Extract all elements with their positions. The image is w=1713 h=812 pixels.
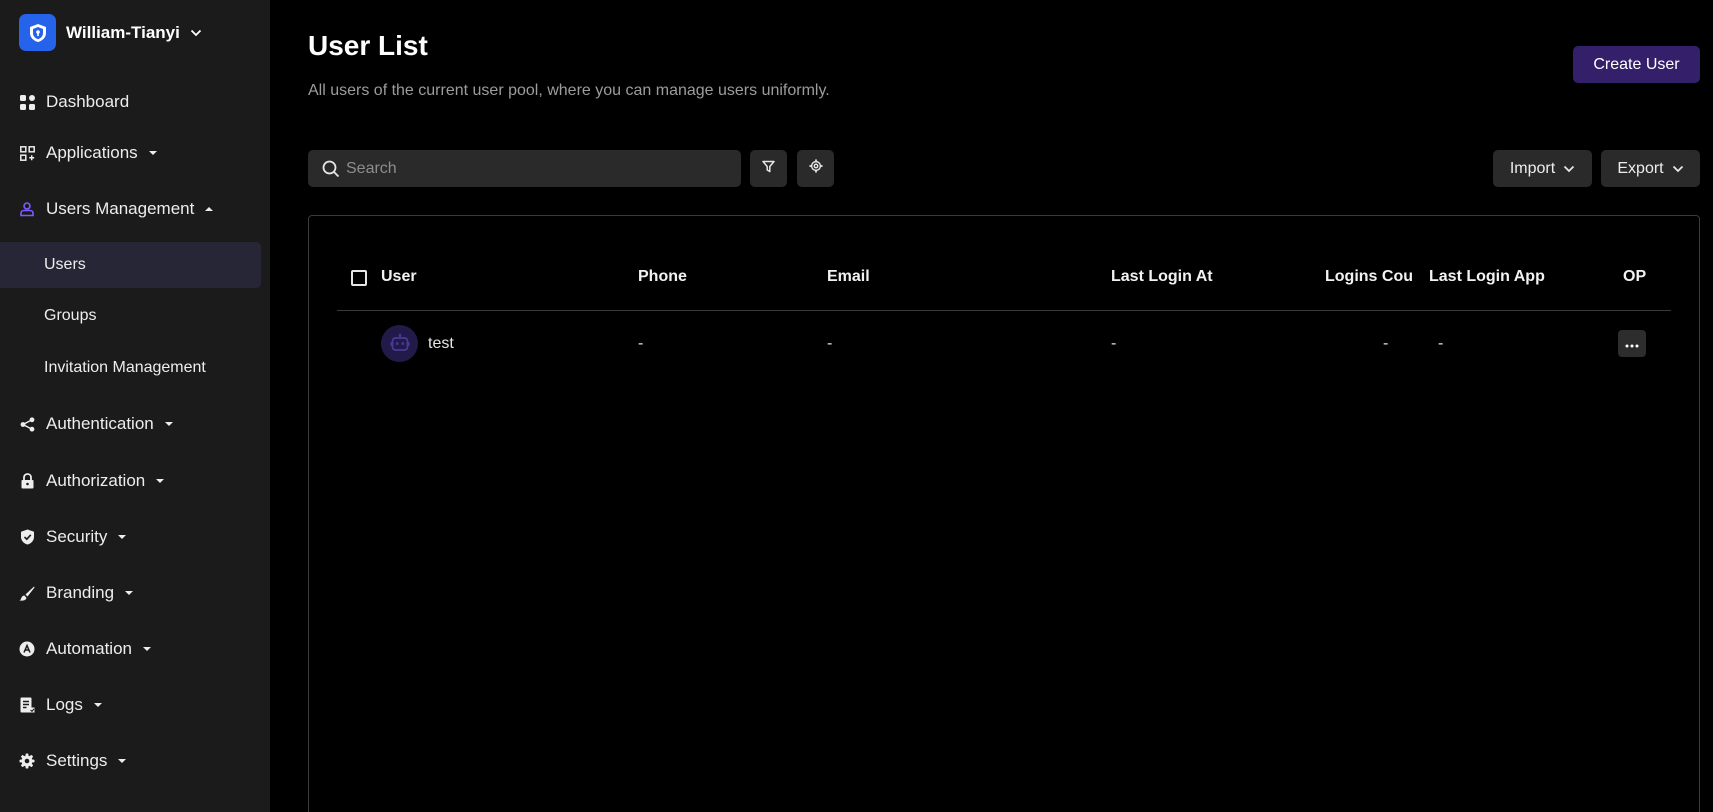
column-settings-button[interactable] — [797, 150, 834, 187]
more-icon — [1625, 335, 1639, 353]
filter-icon — [762, 160, 775, 178]
create-user-button[interactable]: Create User — [1573, 46, 1700, 83]
nav-item-automation[interactable]: Automation — [0, 626, 270, 672]
nav-item-label: Security — [46, 527, 108, 546]
nav-item-dashboard[interactable]: Dashboard — [0, 79, 270, 125]
nav-item-label: Branding — [46, 583, 115, 602]
automation-icon — [19, 641, 35, 657]
nav-item-label: Authentication — [46, 414, 154, 433]
cell-logins-count: - — [1383, 335, 1389, 352]
sub-item-label: Users — [44, 256, 86, 273]
gear-icon — [19, 753, 35, 769]
brush-icon — [19, 585, 35, 601]
nav-item-label: Dashboard — [46, 92, 130, 111]
nav-item-settings[interactable]: Settings — [0, 738, 270, 784]
row-actions-button[interactable] — [1618, 330, 1646, 357]
avatar[interactable] — [381, 325, 418, 362]
caret-down-icon — [117, 534, 127, 540]
org-name: William-Tianyi — [66, 22, 180, 42]
caret-down-icon — [117, 758, 127, 764]
select-all-checkbox[interactable] — [351, 270, 367, 286]
org-logo-icon — [19, 14, 56, 51]
lock-icon — [19, 473, 35, 489]
nav-item-label: Authorization — [46, 471, 146, 490]
caret-down-icon — [148, 150, 158, 156]
nav-item-authentication[interactable]: Authentication — [0, 401, 270, 447]
nav-item-label: Logs — [46, 695, 83, 714]
column-header-last-login-app[interactable]: Last Login App — [1429, 268, 1545, 286]
gear-icon — [808, 159, 823, 178]
table-header-divider — [337, 310, 1671, 311]
dashboard-icon — [19, 94, 35, 110]
column-header-last-login-at[interactable]: Last Login At — [1111, 268, 1213, 286]
column-header-user[interactable]: User — [381, 268, 417, 286]
sidebar-item-groups[interactable]: Groups — [0, 293, 261, 339]
search-input[interactable] — [346, 150, 731, 187]
export-dropdown[interactable]: Export — [1601, 150, 1700, 187]
caret-up-icon — [204, 206, 214, 212]
sub-item-label: Groups — [44, 307, 97, 324]
shield-icon — [19, 529, 35, 545]
chevron-down-icon — [1672, 165, 1684, 173]
applications-icon — [19, 145, 35, 161]
page-title: User List — [308, 30, 428, 61]
export-label: Export — [1617, 159, 1664, 177]
authentication-icon — [19, 416, 35, 432]
logs-icon — [19, 697, 35, 713]
chevron-down-icon — [190, 29, 202, 37]
sub-item-label: Invitation Management — [44, 359, 206, 376]
cell-last-login-at: - — [1111, 335, 1117, 352]
caret-down-icon — [155, 478, 165, 484]
chevron-down-icon — [1563, 165, 1575, 173]
import-label: Import — [1509, 159, 1556, 177]
nav-item-label: Automation — [46, 639, 132, 658]
sidebar-item-users[interactable]: Users — [0, 242, 261, 288]
column-header-email[interactable]: Email — [827, 268, 870, 286]
cell-phone: - — [638, 335, 644, 352]
nav-item-label: Users Management — [46, 199, 195, 218]
filter-button[interactable] — [750, 150, 787, 187]
nav-item-logs[interactable]: Logs — [0, 682, 270, 728]
caret-down-icon — [164, 421, 174, 427]
caret-down-icon — [142, 646, 152, 652]
caret-down-icon — [124, 590, 134, 596]
robot-icon — [390, 333, 409, 351]
sidebar-item-invitation-management[interactable]: Invitation Management — [0, 345, 261, 391]
column-header-phone[interactable]: Phone — [638, 268, 687, 286]
nav-item-users-management[interactable]: Users Management — [0, 186, 270, 232]
cell-user-name[interactable]: test — [428, 335, 454, 353]
nav-item-branding[interactable]: Branding — [0, 570, 270, 616]
nav-item-label: Applications — [46, 143, 138, 162]
caret-down-icon — [93, 702, 103, 708]
search-box — [308, 150, 741, 187]
user-table — [308, 215, 1700, 812]
page-description: All users of the current user pool, wher… — [308, 82, 830, 99]
nav-item-applications[interactable]: Applications — [0, 130, 270, 176]
org-switcher[interactable]: William-Tianyi — [19, 14, 202, 51]
cell-last-login-app: - — [1438, 335, 1444, 352]
nav-item-label: Settings — [46, 751, 108, 770]
users-management-icon — [19, 201, 35, 217]
nav-item-security[interactable]: Security — [0, 514, 270, 560]
sidebar: William-Tianyi Dashboard Applications Us… — [0, 0, 270, 812]
import-dropdown[interactable]: Import — [1493, 150, 1592, 187]
column-header-logins-count[interactable]: Logins Cou — [1325, 268, 1413, 286]
column-header-op: OP — [1623, 268, 1647, 285]
cell-email: - — [827, 335, 833, 352]
search-icon — [322, 160, 340, 178]
nav-item-authorization[interactable]: Authorization — [0, 458, 270, 504]
